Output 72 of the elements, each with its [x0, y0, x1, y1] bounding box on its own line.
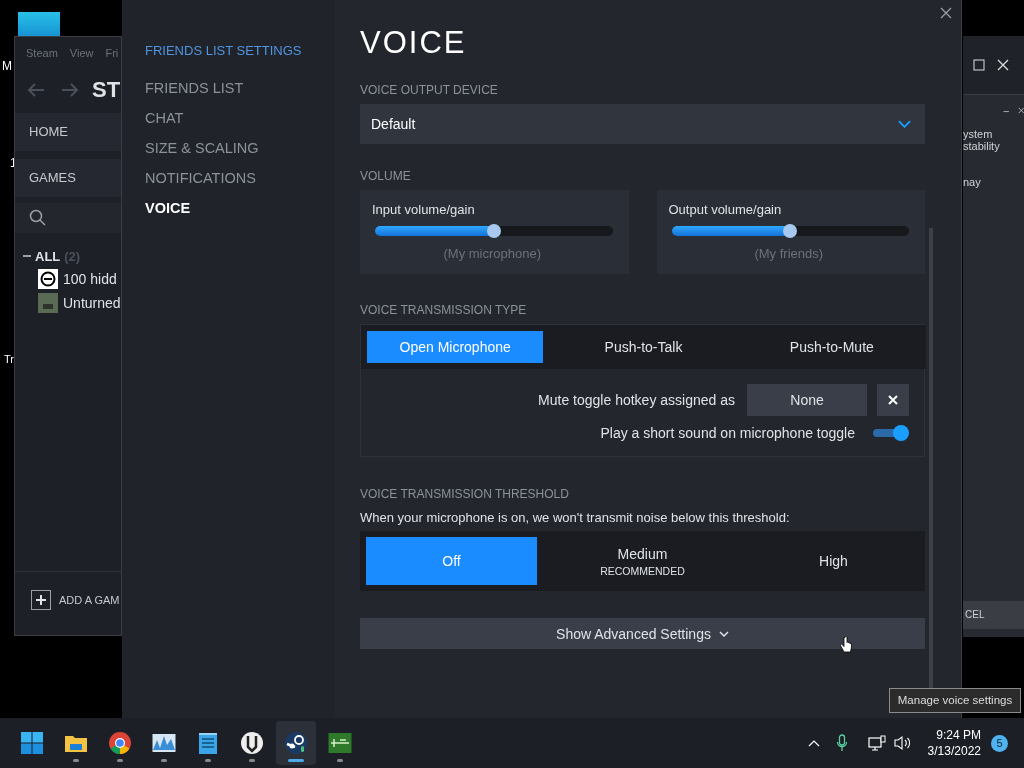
clock-date[interactable]: 3/13/2022 [927, 743, 981, 759]
four-squares-icon [20, 731, 44, 755]
slider-label: Output volume/gain [668, 202, 783, 217]
sidebar-title: FRIENDS LIST SETTINGS [145, 43, 303, 58]
volume-slider[interactable] [375, 226, 613, 236]
round-logo-icon [240, 731, 264, 755]
nav-item[interactable]: GAMES [15, 159, 121, 197]
network-icon[interactable] [867, 735, 886, 751]
clock-time[interactable]: 9:24 PM [936, 727, 981, 743]
gear-logo-icon [284, 731, 308, 755]
advanced-settings-button[interactable]: Show Advanced Settings [360, 618, 925, 649]
sidebar-item[interactable]: SIZE & SCALING [145, 133, 335, 163]
group-label[interactable]: ALL [35, 248, 61, 264]
cancel-button[interactable]: CEL [963, 601, 1024, 629]
dialog-text: nay [963, 176, 981, 188]
segment-option[interactable]: High [748, 537, 919, 585]
sidebar-item[interactable]: VOICE [145, 193, 335, 223]
segment-option[interactable]: Medium RECOMMENDED [557, 537, 728, 585]
section-label: VOICE OUTPUT DEVICE [360, 83, 499, 98]
game-title[interactable]: 100 hidd [63, 271, 117, 287]
slider-caption: (My friends) [753, 246, 825, 261]
game-icon [38, 269, 58, 289]
nav-item[interactable]: HOME [15, 113, 121, 151]
taskbar-app-button[interactable] [276, 721, 316, 765]
game-icon [38, 293, 58, 313]
desktop-icon-label: Tr [4, 353, 14, 365]
dialog-text: ystem [963, 128, 993, 140]
toggle-switch[interactable] [871, 424, 909, 442]
panel-icon [328, 731, 352, 755]
notification-badge[interactable]: 5 [991, 734, 1008, 752]
colored-circle-icon [108, 731, 132, 755]
add-game-link[interactable]: ADD A GAM [59, 593, 120, 606]
maximize-icon[interactable] [973, 59, 985, 71]
chevron-down-icon [898, 120, 911, 128]
page-title: VOICE [360, 25, 468, 62]
search-icon [29, 209, 47, 227]
close-icon[interactable] [940, 7, 952, 19]
slider-thumb[interactable] [783, 224, 798, 238]
segment-option[interactable]: Push-to-Mute [743, 331, 920, 363]
speaker-icon[interactable] [893, 735, 912, 751]
game-title[interactable]: Unturned [63, 295, 121, 311]
device-dropdown[interactable]: Default [360, 104, 925, 144]
add-icon[interactable] [31, 589, 51, 610]
dialog-text: stability [963, 140, 1000, 152]
section-label: VOICE TRANSMISSION TYPE [360, 303, 528, 318]
setting-label: Mute toggle hotkey assigned as [538, 392, 735, 408]
section-label: VOICE TRANSMISSION THRESHOLD [360, 487, 570, 502]
slider-caption: (My microphone) [442, 246, 542, 261]
notepad-icon [196, 731, 220, 755]
segment-option[interactable]: Push-to-Talk [555, 331, 732, 363]
section-description: When your microphone is on, we won't transmit noise below this threshold: [360, 510, 791, 525]
desktop-icon-label: M [2, 59, 12, 73]
sidebar-item[interactable]: NOTIFICATIONS [145, 163, 335, 193]
microphone-icon[interactable] [835, 734, 848, 752]
chart-icon [152, 731, 176, 755]
setting-label: Play a short sound on microphone toggle [600, 425, 855, 441]
sidebar-item[interactable]: CHAT [145, 103, 335, 133]
tooltip: Manage voice settings [889, 688, 1021, 713]
chevron-up-icon[interactable] [807, 739, 820, 747]
close-icon [888, 395, 898, 405]
desktop-icon[interactable] [18, 12, 60, 38]
clear-button[interactable] [877, 384, 909, 416]
hotkey-button[interactable]: None [747, 384, 867, 416]
slider-label: Input volume/gain [372, 202, 476, 217]
chevron-down-icon [718, 630, 729, 637]
hand-cursor-icon [840, 636, 852, 654]
sidebar-item[interactable]: FRIENDS LIST [145, 73, 335, 103]
volume-slider[interactable] [671, 226, 909, 236]
section-label: VOLUME [360, 169, 412, 184]
window-title: ST [92, 77, 121, 103]
slider-thumb[interactable] [486, 224, 501, 238]
search-field[interactable] [15, 203, 121, 233]
